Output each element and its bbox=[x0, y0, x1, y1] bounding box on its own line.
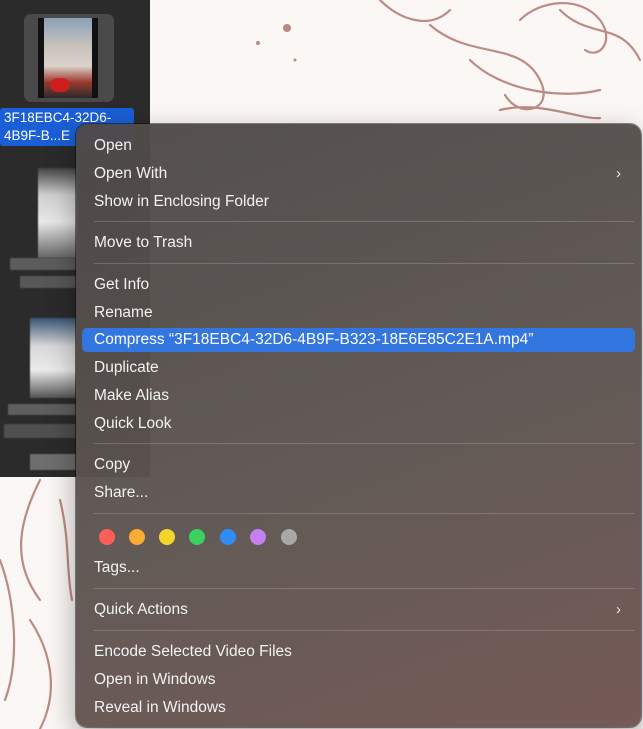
menu-item-reveal-in-windows[interactable]: Reveal in Windows bbox=[82, 696, 635, 720]
menu-item-duplicate[interactable]: Duplicate bbox=[82, 356, 635, 380]
menu-separator bbox=[94, 630, 634, 631]
menu-item-rename[interactable]: Rename bbox=[82, 301, 635, 325]
menu-item-label: Duplicate bbox=[94, 359, 159, 376]
menu-separator bbox=[94, 588, 634, 589]
menu-item-label: Encode Selected Video Files bbox=[94, 643, 292, 660]
menu-item-label: Quick Look bbox=[94, 415, 172, 432]
menu-item-label: Get Info bbox=[94, 276, 150, 293]
menu-item-encode-selected-video-files[interactable]: Encode Selected Video Files bbox=[82, 640, 635, 664]
menu-item-get-info[interactable]: Get Info bbox=[82, 273, 635, 297]
blurred-file-label bbox=[30, 454, 76, 470]
blurred-file-icon[interactable] bbox=[30, 318, 76, 398]
menu-item-copy[interactable]: Copy bbox=[82, 453, 635, 477]
menu-item-label: Make Alias bbox=[94, 387, 169, 404]
menu-item-label: Quick Actions bbox=[94, 601, 188, 618]
menu-item-open-in-windows[interactable]: Open in Windows bbox=[82, 668, 635, 692]
menu-item-open[interactable]: Open bbox=[82, 134, 635, 158]
menu-item-label: Show in Enclosing Folder bbox=[94, 193, 269, 210]
menu-item-tags[interactable]: Tags... bbox=[82, 556, 635, 580]
tag-blue[interactable] bbox=[220, 529, 236, 545]
menu-item-make-alias[interactable]: Make Alias bbox=[82, 384, 635, 408]
tag-yellow[interactable] bbox=[159, 529, 175, 545]
menu-item-label: Compress “3F18EBC4-32D6-4B9F-B323-18E6E8… bbox=[94, 331, 534, 348]
menu-separator bbox=[94, 263, 634, 264]
menu-item-label: Open With bbox=[94, 165, 168, 182]
chevron-right-icon: › bbox=[616, 601, 621, 618]
menu-item-share[interactable]: Share... bbox=[82, 481, 635, 505]
menu-item-label: Open in Windows bbox=[94, 671, 216, 688]
tag-red[interactable] bbox=[99, 529, 115, 545]
blurred-file-icon[interactable] bbox=[38, 168, 78, 258]
tag-purple[interactable] bbox=[250, 529, 266, 545]
menu-item-label: Move to Trash bbox=[94, 234, 193, 251]
menu-item-label: Reveal in Windows bbox=[94, 699, 226, 716]
blurred-file-label bbox=[4, 424, 76, 438]
menu-item-quick-actions[interactable]: Quick Actions › bbox=[82, 598, 635, 622]
tag-green[interactable] bbox=[189, 529, 205, 545]
menu-item-move-to-trash[interactable]: Move to Trash bbox=[82, 231, 635, 255]
menu-separator bbox=[94, 221, 634, 222]
blurred-file-label bbox=[10, 258, 76, 270]
blurred-file-label bbox=[20, 276, 76, 288]
video-thumbnail bbox=[38, 18, 98, 98]
tag-orange[interactable] bbox=[129, 529, 145, 545]
video-file-icon[interactable] bbox=[24, 14, 114, 102]
menu-item-label: Rename bbox=[94, 304, 153, 321]
menu-item-show-in-enclosing-folder[interactable]: Show in Enclosing Folder bbox=[82, 190, 635, 214]
context-menu: Open Open With › Show in Enclosing Folder… bbox=[76, 124, 641, 727]
menu-item-label: Tags... bbox=[94, 559, 140, 576]
menu-item-label: Open bbox=[94, 137, 132, 154]
menu-separator bbox=[94, 443, 634, 444]
menu-item-label: Share... bbox=[94, 484, 149, 501]
chevron-right-icon: › bbox=[616, 165, 621, 182]
menu-item-compress[interactable]: Compress “3F18EBC4-32D6-4B9F-B323-18E6E8… bbox=[82, 328, 635, 352]
blurred-file-label bbox=[8, 404, 76, 415]
menu-item-open-with[interactable]: Open With › bbox=[82, 162, 635, 186]
menu-separator bbox=[94, 513, 634, 514]
menu-item-label: Copy bbox=[94, 456, 131, 473]
menu-item-quick-look[interactable]: Quick Look bbox=[82, 412, 635, 436]
tag-gray[interactable] bbox=[281, 529, 297, 545]
